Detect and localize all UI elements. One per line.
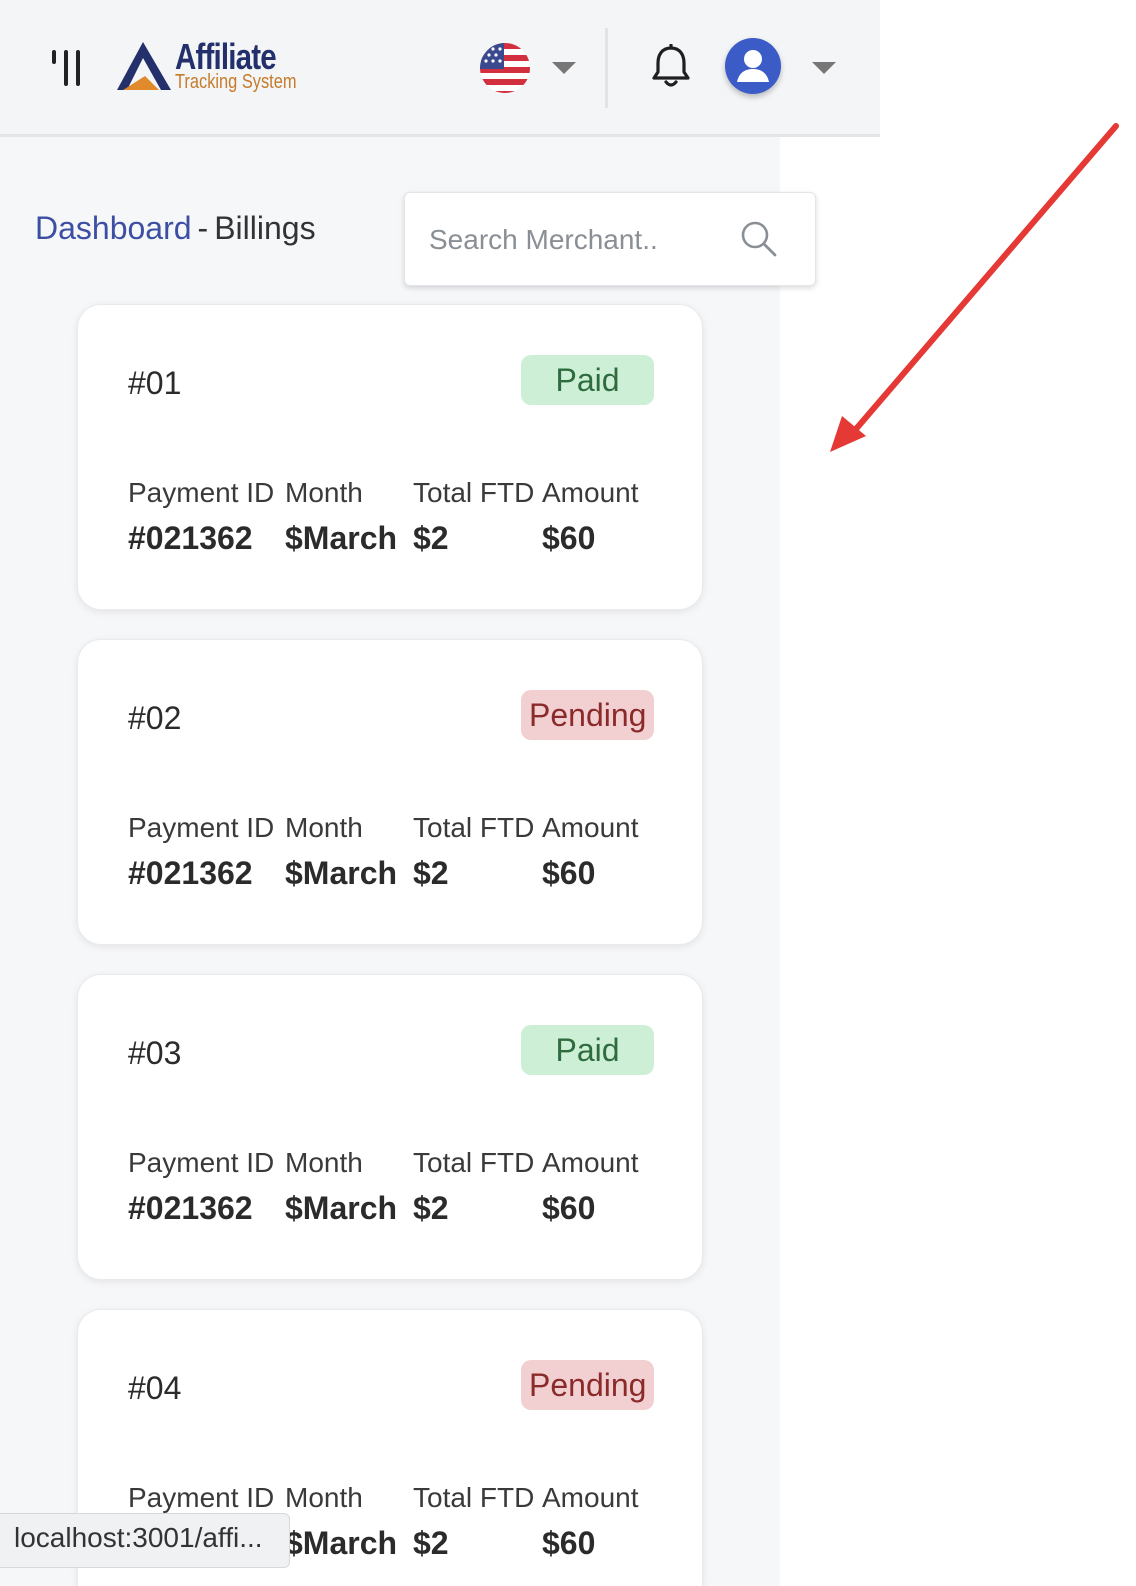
red-arrow-annotation-icon — [830, 123, 1119, 452]
billing-number: #01 — [128, 365, 182, 401]
value-month: $March — [285, 1190, 398, 1226]
label-payment-id: Payment ID — [128, 477, 275, 508]
navbar-divider — [605, 28, 608, 108]
status-badge: Paid — [521, 355, 654, 405]
value-total-ftd: $2 — [413, 520, 449, 556]
label-payment-id: Payment ID — [128, 812, 275, 843]
logo-mark-icon — [117, 42, 171, 90]
label-month: Month — [285, 812, 363, 843]
bell-icon[interactable] — [650, 44, 692, 90]
top-navbar: Affiliate Tracking System — [0, 0, 880, 137]
value-total-ftd: $2 — [413, 1525, 449, 1561]
label-amount: Amount — [542, 812, 639, 843]
label-amount: Amount — [542, 1482, 639, 1513]
value-payment-id: #021362 — [128, 1190, 253, 1226]
label-month: Month — [285, 477, 363, 508]
label-month: Month — [285, 1482, 363, 1513]
billing-number: #02 — [128, 700, 182, 736]
label-month: Month — [285, 1147, 363, 1178]
billing-card[interactable]: #03 Paid Payment ID Month Total FTD Amou… — [77, 974, 703, 1280]
value-total-ftd: $2 — [413, 855, 449, 891]
label-total-ftd: Total FTD — [413, 1147, 535, 1178]
status-badge: Pending — [521, 690, 655, 740]
brand-logo[interactable]: Affiliate Tracking System — [115, 36, 305, 96]
value-month: $March — [285, 855, 398, 891]
value-amount: $60 — [542, 520, 596, 556]
value-amount: $60 — [542, 855, 596, 891]
billing-number: #04 — [128, 1370, 182, 1406]
billing-card[interactable]: #01 Paid Payment ID Month Total FTD Amou… — [77, 304, 703, 610]
status-badge: Paid — [521, 1025, 654, 1075]
us-flag-icon[interactable] — [480, 43, 530, 93]
status-badge: Pending — [521, 1360, 655, 1410]
label-total-ftd: Total FTD — [413, 477, 535, 508]
user-menu-chevron-down-icon[interactable] — [812, 62, 836, 74]
billing-number: #03 — [128, 1035, 182, 1071]
billing-card[interactable]: #02 Pending Payment ID Month Total FTD A… — [77, 639, 703, 945]
label-amount: Amount — [542, 1147, 639, 1178]
menu-icon[interactable] — [52, 50, 84, 86]
language-chevron-down-icon[interactable] — [552, 62, 576, 74]
value-payment-id: #021362 — [128, 520, 253, 556]
logo-subtitle: Tracking System — [175, 71, 297, 93]
breadcrumb-current: Billings — [214, 210, 316, 246]
search-icon[interactable] — [740, 220, 778, 258]
value-month: $March — [285, 520, 398, 556]
value-amount: $60 — [542, 1190, 596, 1226]
value-payment-id: #021362 — [128, 855, 253, 891]
label-payment-id: Payment ID — [128, 1482, 275, 1513]
label-total-ftd: Total FTD — [413, 812, 535, 843]
user-avatar-icon[interactable] — [725, 38, 781, 94]
label-amount: Amount — [542, 477, 639, 508]
breadcrumb: Dashboard - Billings — [35, 210, 316, 247]
breadcrumb-link-dashboard[interactable]: Dashboard — [35, 210, 192, 246]
status-bar-url: localhost:3001/affi... — [0, 1513, 290, 1568]
label-payment-id: Payment ID — [128, 1147, 275, 1178]
breadcrumb-separator: - — [197, 210, 209, 246]
value-total-ftd: $2 — [413, 1190, 449, 1226]
value-month: $March — [285, 1525, 398, 1561]
label-total-ftd: Total FTD — [413, 1482, 535, 1513]
value-amount: $60 — [542, 1525, 596, 1561]
app-frame: Affiliate Tracking System Dashboard - Bi… — [0, 0, 880, 1586]
search-input[interactable] — [429, 215, 739, 265]
